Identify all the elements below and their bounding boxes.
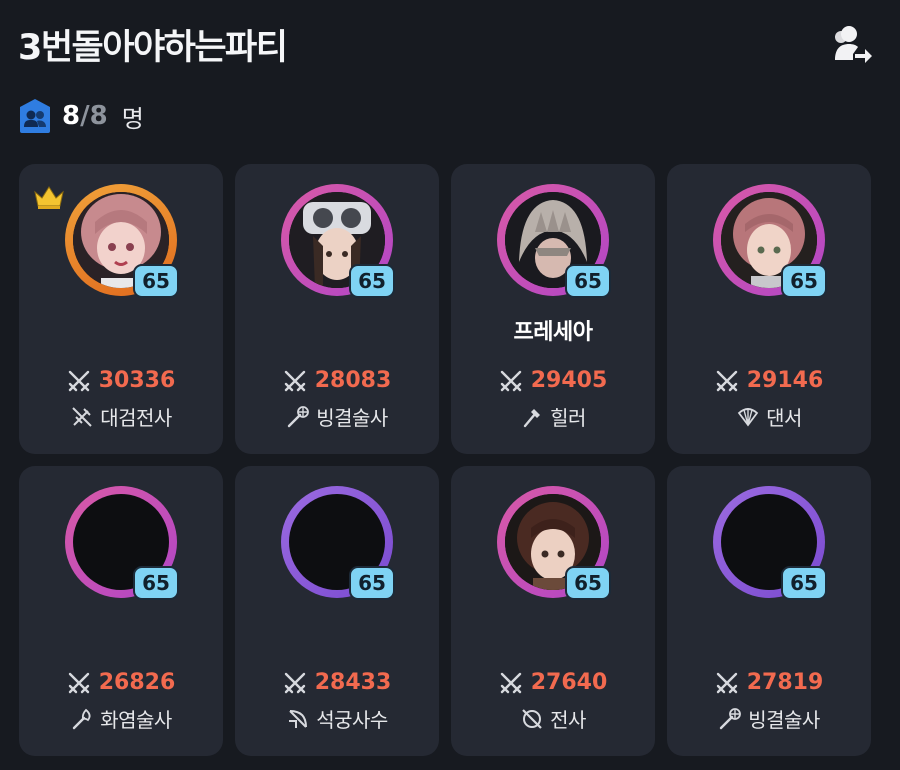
level-badge: 65	[133, 566, 179, 600]
class-label: 화염술사	[100, 708, 172, 732]
member-card[interactable]: 65 30336 대검전사	[19, 164, 223, 454]
combat-power: 27640	[451, 670, 655, 695]
combat-power-value: 28433	[314, 670, 392, 695]
member-avatar: 65	[497, 184, 611, 298]
combat-power-value: 30336	[98, 368, 176, 393]
crossbow-icon	[289, 709, 308, 728]
leader-crown-icon	[34, 186, 64, 209]
frost-staff-icon	[287, 405, 310, 427]
member-card[interactable]: 65 26826 화염술사	[19, 466, 223, 756]
person-share-icon	[835, 26, 872, 63]
level-badge: 65	[349, 566, 395, 600]
class-label: 힐러	[550, 406, 586, 430]
crossed-swords-icon	[500, 370, 521, 391]
party-count-max: 8	[89, 101, 108, 131]
combat-power: 30336	[19, 368, 223, 393]
crossed-swords-icon	[500, 672, 521, 693]
sword-shield-icon	[522, 708, 542, 729]
combat-power-value: 29146	[746, 368, 824, 393]
party-icon	[20, 99, 50, 133]
crossed-swords-icon	[716, 370, 737, 391]
crossed-swords-icon	[68, 672, 89, 693]
member-grid: 65 30336 대검전사 65 28083 빙결술사 65 프레세아 2940…	[19, 164, 871, 756]
healer-wand-icon	[523, 408, 541, 427]
party-title: 3번돌아야하는파티	[18, 27, 288, 68]
frost-staff-icon	[719, 707, 742, 729]
combat-power: 28083	[235, 368, 439, 393]
member-class: 힐러	[451, 402, 655, 431]
level-badge: 65	[133, 264, 179, 298]
member-card[interactable]: 65 28083 빙결술사	[235, 164, 439, 454]
class-label: 빙결술사	[316, 406, 388, 430]
member-card[interactable]: 65 29146 댄서	[667, 164, 871, 454]
combat-power: 27819	[667, 670, 871, 695]
class-label: 댄서	[766, 406, 802, 430]
combat-power: 28433	[235, 670, 439, 695]
member-class: 빙결술사	[667, 704, 871, 733]
class-label: 전사	[550, 708, 586, 732]
party-page: 3번돌아야하는파티 8/8 명 65 30336 대검전사 65 28083 빙…	[0, 0, 900, 770]
member-card[interactable]: 65 28433 석궁사수	[235, 466, 439, 756]
combat-power: 26826	[19, 670, 223, 695]
level-badge: 65	[781, 264, 827, 298]
crossed-swords-icon	[284, 370, 305, 391]
member-class: 빙결술사	[235, 402, 439, 431]
member-avatar: 65	[281, 486, 395, 600]
party-count: 8/8 명	[18, 96, 144, 136]
combat-power-value: 29405	[530, 368, 608, 393]
level-badge: 65	[349, 264, 395, 298]
member-avatar: 65	[65, 486, 179, 600]
member-class: 화염술사	[19, 704, 223, 733]
member-card[interactable]: 65 27640 전사	[451, 466, 655, 756]
combat-power-value: 27640	[530, 670, 608, 695]
combat-power: 29405	[451, 368, 655, 393]
combat-power-value: 27819	[746, 670, 824, 695]
class-label: 빙결술사	[748, 708, 820, 732]
combat-power: 29146	[667, 368, 871, 393]
party-count-separator: /	[80, 101, 90, 131]
member-name: 프레세아	[513, 320, 593, 345]
crossed-swords-icon	[68, 370, 89, 391]
member-class: 석궁사수	[235, 704, 439, 733]
greatsword-icon	[72, 406, 92, 427]
crossed-swords-icon	[284, 672, 305, 693]
party-count-unit: 명	[121, 104, 144, 133]
level-badge: 65	[781, 566, 827, 600]
party-count-current: 8	[62, 101, 81, 131]
member-avatar: 65	[65, 184, 179, 298]
member-avatar: 65	[497, 486, 611, 600]
class-label: 대검전사	[100, 406, 172, 430]
header: 3번돌아야하는파티	[18, 16, 876, 72]
member-class: 댄서	[667, 402, 871, 431]
member-class: 대검전사	[19, 402, 223, 431]
crossed-swords-icon	[716, 672, 737, 693]
level-badge: 65	[565, 566, 611, 600]
combat-power-value: 26826	[98, 670, 176, 695]
member-avatar: 65	[713, 486, 827, 600]
class-label: 석궁사수	[316, 708, 388, 732]
member-avatar: 65	[281, 184, 395, 298]
member-card[interactable]: 65 프레세아 29405 힐러	[451, 164, 655, 454]
member-card[interactable]: 65 27819 빙결술사	[667, 466, 871, 756]
level-badge: 65	[565, 264, 611, 298]
invite-member-button[interactable]	[828, 20, 876, 68]
member-class: 전사	[451, 704, 655, 733]
fan-icon	[737, 407, 759, 426]
member-avatar: 65	[713, 184, 827, 298]
flame-staff-icon	[72, 708, 91, 729]
combat-power-value: 28083	[314, 368, 392, 393]
